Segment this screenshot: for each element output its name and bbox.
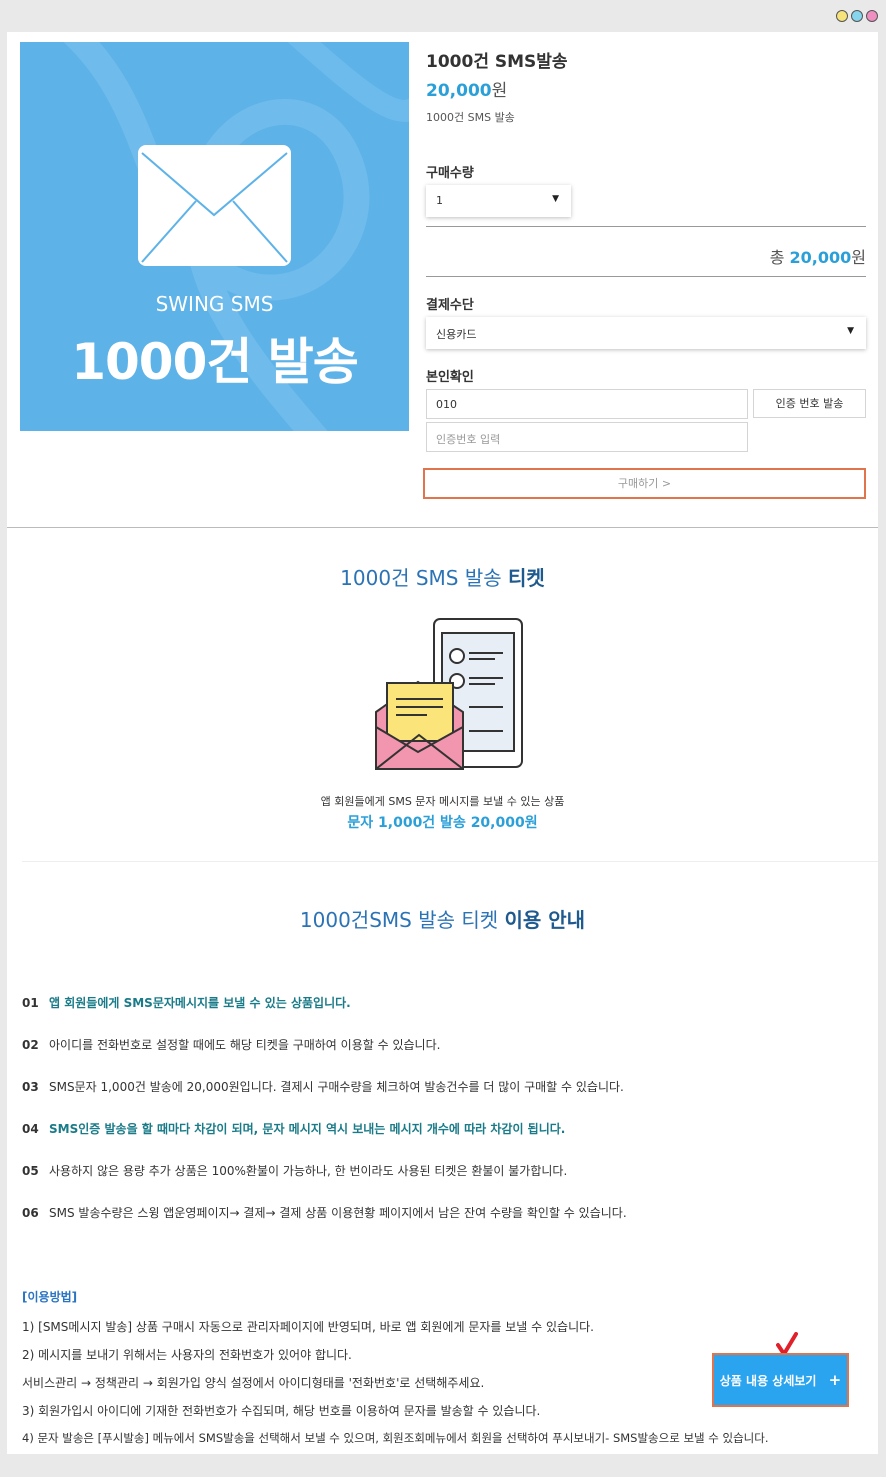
ticket-title: 1000건 SMS 발송 티켓 xyxy=(7,562,878,591)
yellow-dot-icon[interactable] xyxy=(836,10,848,22)
product-page: SWING SMS 1000건 발송 1000건 SMS발송 20,000원 1… xyxy=(7,32,878,1454)
guide-note: 05 사용하지 않은 용량 추가 상품은 100%환불이 가능하나, 한 번이라도… xyxy=(22,1162,567,1179)
howto-line: 2) 메시지를 보내기 위해서는 사용자의 전화번호가 있어야 합니다. xyxy=(22,1348,352,1362)
note-text: 사용하지 않은 용량 추가 상품은 100%환불이 가능하나, 한 번이라도 사… xyxy=(49,1164,568,1178)
section-divider xyxy=(22,861,878,862)
guide-title-bold: 이용 안내 xyxy=(504,908,586,932)
product-detail-button[interactable]: 상품 내용 상세보기 + xyxy=(712,1353,849,1407)
guide-title-prefix: 1000건SMS 발송 티켓 xyxy=(299,908,505,932)
payment-label: 결제수단 xyxy=(426,298,474,313)
price-unit: 원 xyxy=(491,81,508,101)
note-text: SMS문자 1,000건 발송에 20,000원입니다. 결제시 구매수량을 체… xyxy=(49,1080,624,1094)
divider xyxy=(426,276,866,277)
phone-envelope-illustration-icon xyxy=(375,618,523,770)
guide-note: 03 SMS문자 1,000건 발송에 20,000원입니다. 결제시 구매수량을… xyxy=(22,1078,624,1095)
section-divider xyxy=(7,527,878,528)
caret-down-icon: ▼ xyxy=(847,326,854,336)
quantity-select[interactable]: 1 ▼ xyxy=(426,185,571,217)
guide-note: 01 앱 회원들에게 SMS문자메시지를 보낼 수 있는 상품입니다. xyxy=(22,994,351,1011)
ticket-title-prefix: 1000건 SMS 발송 xyxy=(340,566,508,590)
order-total: 총 20,000원 xyxy=(770,244,866,268)
howto-line: 3) 회원가입시 아이디에 기재한 전화번호가 수집되며, 해당 번호를 이용하… xyxy=(22,1404,541,1418)
total-prefix: 총 xyxy=(769,248,790,267)
total-unit: 원 xyxy=(851,248,866,267)
guide-note: 04 SMS인증 발송을 할 때마다 차감이 되며, 문자 메시지 역시 보내는 … xyxy=(22,1120,565,1137)
pink-dot-icon[interactable] xyxy=(866,10,878,22)
note-text: 앱 회원들에게 SMS문자메시지를 보낼 수 있는 상품입니다. xyxy=(49,996,351,1010)
product-price: 20,000원 xyxy=(426,76,507,101)
note-number: 04 xyxy=(22,1122,39,1136)
caret-down-icon: ▼ xyxy=(552,194,559,204)
howto-title: [이용방법] xyxy=(22,1290,78,1304)
note-text: SMS 발송수량은 스윙 앱운영페이지→ 결제→ 결제 상품 이용현황 페이지에… xyxy=(49,1206,627,1220)
note-number: 06 xyxy=(22,1206,39,1220)
note-text: SMS인증 발송을 할 때마다 차감이 되며, 문자 메시지 역시 보내는 메시… xyxy=(49,1122,566,1136)
product-description: 1000건 SMS 발송 xyxy=(426,111,515,124)
payment-value: 신용카드 xyxy=(436,328,477,341)
guide-title: 1000건SMS 발송 티켓 이용 안내 xyxy=(7,904,878,933)
cyan-dot-icon[interactable] xyxy=(851,10,863,22)
price-number: 20,000 xyxy=(426,81,492,101)
quantity-value: 1 xyxy=(436,194,443,207)
hero-title: 1000건 발송 xyxy=(71,333,359,391)
guide-note: 06 SMS 발송수량은 스윙 앱운영페이지→ 결제→ 결제 상품 이용현황 페이… xyxy=(22,1204,627,1221)
verify-label: 본인확인 xyxy=(426,370,474,385)
note-number: 01 xyxy=(22,996,39,1010)
note-number: 05 xyxy=(22,1164,39,1178)
howto-line: 1) [SMS메시지 발송] 상품 구매시 자동으로 관리자페이지에 반영되며,… xyxy=(22,1320,594,1334)
code-input[interactable]: 인증번호 입력 xyxy=(426,422,748,452)
ticket-description: 앱 회원들에게 SMS 문자 메시지를 보낼 수 있는 상품 xyxy=(320,795,565,808)
window-controls xyxy=(836,10,878,22)
phone-input[interactable]: 010 xyxy=(426,389,748,419)
divider xyxy=(426,226,866,227)
send-code-button[interactable]: 인증 번호 발송 xyxy=(753,389,866,418)
guide-note: 02 아이디를 전화번호로 설정할 때에도 해당 티켓을 구매하여 이용할 수 있… xyxy=(22,1036,440,1053)
plus-icon: + xyxy=(828,1371,842,1389)
product-title: 1000건 SMS발송 xyxy=(426,52,568,72)
hero-subtitle: SWING SMS xyxy=(155,292,274,316)
ticket-price-line: 문자 1,000건 발송 20,000원 xyxy=(347,815,538,831)
envelope-icon xyxy=(138,145,291,266)
note-text: 아이디를 전화번호로 설정할 때에도 해당 티켓을 구매하여 이용할 수 있습니… xyxy=(49,1038,441,1052)
howto-line: 4) 문자 발송은 [푸시발송] 메뉴에서 SMS발송을 선택해서 보낼 수 있… xyxy=(22,1431,769,1445)
note-number: 02 xyxy=(22,1038,39,1052)
product-image: SWING SMS 1000건 발송 xyxy=(20,42,409,431)
total-number: 20,000 xyxy=(789,248,852,267)
detail-button-label: 상품 내용 상세보기 xyxy=(719,1374,817,1388)
buy-button[interactable]: 구매하기 > xyxy=(423,468,866,499)
quantity-label: 구매수량 xyxy=(426,166,474,181)
ticket-title-bold: 티켓 xyxy=(508,566,545,590)
payment-select[interactable]: 신용카드 ▼ xyxy=(426,317,866,349)
howto-line: 서비스관리 → 정책관리 → 회원가입 양식 설정에서 아이디형태를 '전화번호… xyxy=(22,1376,485,1390)
note-number: 03 xyxy=(22,1080,39,1094)
